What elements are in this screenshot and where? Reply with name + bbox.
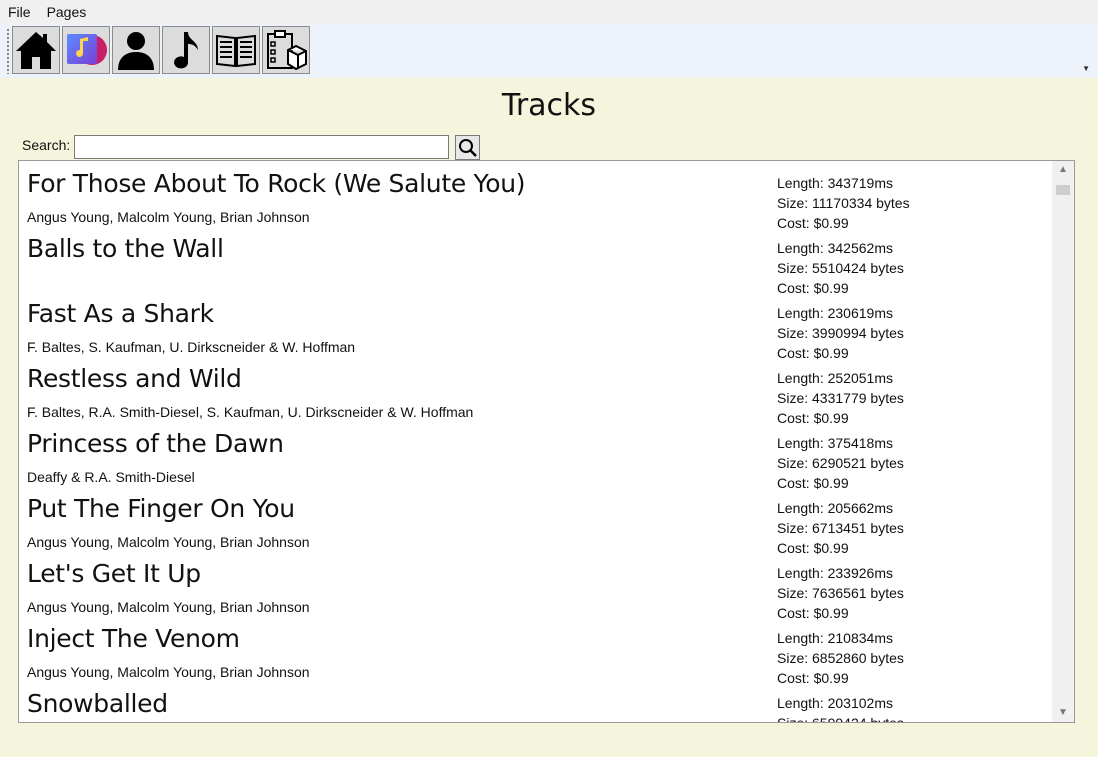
- track-name: Let's Get It Up: [27, 559, 201, 588]
- track-size: Size: 3990994 bytes: [777, 325, 904, 341]
- track-size: Size: 11170334 bytes: [777, 195, 910, 211]
- vertical-scrollbar[interactable]: ▲ ▼: [1052, 161, 1074, 722]
- search-icon: [458, 138, 477, 157]
- tracks-list[interactable]: For Those About To Rock (We Salute You) …: [18, 160, 1075, 723]
- track-composer: Angus Young, Malcolm Young, Brian Johnso…: [27, 209, 310, 225]
- track-name: Inject The Venom: [27, 624, 240, 653]
- menu-file[interactable]: File: [0, 0, 39, 24]
- track-cost: Cost: $0.99: [777, 345, 849, 361]
- toolbar-grip[interactable]: [7, 28, 9, 74]
- track-length: Length: 210834ms: [777, 630, 893, 646]
- search-button[interactable]: [455, 135, 480, 160]
- menu-pages[interactable]: Pages: [39, 0, 95, 24]
- album-icon: [67, 34, 107, 65]
- albums-button[interactable]: [62, 26, 110, 74]
- track-cost: Cost: $0.99: [777, 475, 849, 491]
- track-cost: Cost: $0.99: [777, 215, 849, 231]
- toolbar: [0, 24, 1098, 78]
- track-size: Size: 7636561 bytes: [777, 585, 904, 601]
- track-name: For Those About To Rock (We Salute You): [27, 169, 526, 198]
- track-length: Length: 375418ms: [777, 435, 893, 451]
- track-composer: Angus Young, Malcolm Young, Brian Johnso…: [27, 534, 310, 550]
- track-cost: Cost: $0.99: [777, 410, 849, 426]
- track-composer: Angus Young, Malcolm Young, Brian Johnso…: [27, 664, 310, 680]
- track-size: Size: 4331779 bytes: [777, 390, 904, 406]
- track-length: Length: 203102ms: [777, 695, 893, 711]
- track-size: Size: 6599424 bytes: [777, 715, 904, 723]
- track-length: Length: 342562ms: [777, 240, 893, 256]
- track-meta: Length: 230619ms Size: 3990994 bytes Cos…: [777, 303, 904, 363]
- track-length: Length: 233926ms: [777, 565, 893, 581]
- track-item[interactable]: Inject The Venom Angus Young, Malcolm Yo…: [27, 624, 1047, 689]
- person-icon: [118, 32, 154, 70]
- scroll-thumb[interactable]: [1056, 185, 1070, 195]
- track-cost: Cost: $0.99: [777, 540, 849, 556]
- track-size: Size: 6852860 bytes: [777, 650, 904, 666]
- track-length: Length: 252051ms: [777, 370, 893, 386]
- track-length: Length: 230619ms: [777, 305, 893, 321]
- track-meta: Length: 203102ms Size: 6599424 bytes: [777, 693, 904, 723]
- track-meta: Length: 210834ms Size: 6852860 bytes Cos…: [777, 628, 904, 688]
- track-item[interactable]: Princess of the Dawn Deaffy & R.A. Smith…: [27, 429, 1047, 494]
- scroll-up-icon[interactable]: ▲: [1052, 161, 1074, 179]
- track-item[interactable]: Restless and Wild F. Baltes, R.A. Smith-…: [27, 364, 1047, 429]
- track-cost: Cost: $0.99: [777, 280, 849, 296]
- track-name: Restless and Wild: [27, 364, 242, 393]
- track-item[interactable]: Snowballed Length: 203102ms Size: 659942…: [27, 689, 1047, 723]
- track-cost: Cost: $0.99: [777, 605, 849, 621]
- track-meta: Length: 205662ms Size: 6713451 bytes Cos…: [777, 498, 904, 558]
- track-size: Size: 6713451 bytes: [777, 520, 904, 536]
- track-composer: Deaffy & R.A. Smith-Diesel: [27, 469, 195, 485]
- track-name: Princess of the Dawn: [27, 429, 284, 458]
- track-meta: Length: 233926ms Size: 7636561 bytes Cos…: [777, 563, 904, 623]
- track-item[interactable]: Balls to the Wall Length: 342562ms Size:…: [27, 234, 1047, 299]
- track-meta: Length: 252051ms Size: 4331779 bytes Cos…: [777, 368, 904, 428]
- home-icon: [16, 32, 56, 69]
- search-input[interactable]: [74, 135, 449, 159]
- track-name: Balls to the Wall: [27, 234, 224, 263]
- track-name: Fast As a Shark: [27, 299, 214, 328]
- tracks-button[interactable]: [162, 26, 210, 74]
- track-item[interactable]: Fast As a Shark F. Baltes, S. Kaufman, U…: [27, 299, 1047, 364]
- track-item[interactable]: For Those About To Rock (We Salute You) …: [27, 169, 1047, 234]
- track-composer: F. Baltes, R.A. Smith-Diesel, S. Kaufman…: [27, 404, 474, 420]
- playlists-button[interactable]: [212, 26, 260, 74]
- clipboard-box-icon: [267, 30, 307, 71]
- track-item[interactable]: Put The Finger On You Angus Young, Malco…: [27, 494, 1047, 559]
- page-title: Tracks: [501, 88, 597, 123]
- artists-button[interactable]: [112, 26, 160, 74]
- track-meta: Length: 342562ms Size: 5510424 bytes Cos…: [777, 238, 904, 298]
- track-name: Snowballed: [27, 689, 168, 718]
- search-label: Search:: [22, 137, 71, 153]
- track-composer: Angus Young, Malcolm Young, Brian Johnso…: [27, 599, 310, 615]
- scroll-down-icon[interactable]: ▼: [1052, 704, 1074, 722]
- track-length: Length: 205662ms: [777, 500, 893, 516]
- track-composer: F. Baltes, S. Kaufman, U. Dirkscneider &…: [27, 339, 356, 355]
- track-size: Size: 6290521 bytes: [777, 455, 904, 471]
- book-icon: [216, 34, 256, 68]
- music-note-icon: [174, 32, 198, 69]
- menu-bar: File Pages: [0, 0, 1098, 24]
- home-button[interactable]: [12, 26, 60, 74]
- track-name: Put The Finger On You: [27, 494, 295, 523]
- track-size: Size: 5510424 bytes: [777, 260, 904, 276]
- track-meta: Length: 375418ms Size: 6290521 bytes Cos…: [777, 433, 904, 493]
- track-length: Length: 343719ms: [777, 175, 893, 191]
- track-item[interactable]: Let's Get It Up Angus Young, Malcolm You…: [27, 559, 1047, 624]
- track-meta: Length: 343719ms Size: 11170334 bytes Co…: [777, 173, 910, 233]
- track-cost: Cost: $0.99: [777, 670, 849, 686]
- orders-button[interactable]: [262, 26, 310, 74]
- toolbar-overflow-icon[interactable]: ▼: [1082, 64, 1090, 73]
